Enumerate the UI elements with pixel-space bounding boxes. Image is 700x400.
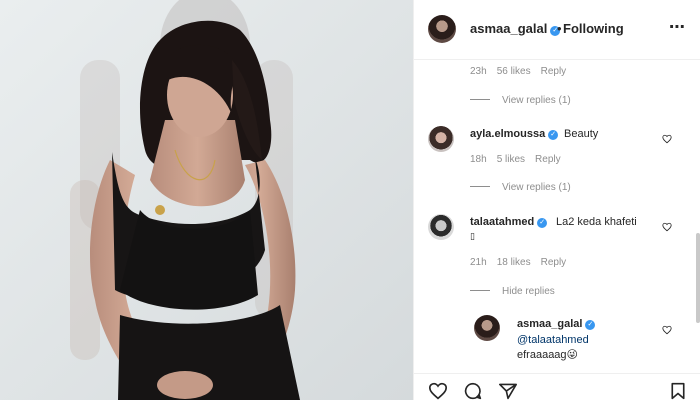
share-icon[interactable] — [498, 382, 518, 400]
view-replies-toggle[interactable]: View replies (1) — [470, 182, 571, 193]
verified-badge-icon: ✓ — [537, 218, 548, 228]
replies-divider — [470, 99, 490, 100]
comment-meta: 23h 56 likes Reply — [470, 66, 576, 77]
comment-likes[interactable]: 18 likes — [497, 257, 531, 268]
comment-meta: 18h 5 likes Reply — [470, 154, 571, 165]
reply-link[interactable]: Reply — [541, 66, 567, 77]
post-side-panel: asmaa_galal ✓ • Following ⋯ 23h 56 likes Re… — [413, 0, 700, 400]
comment-username[interactable]: ayla.elmoussa — [470, 128, 545, 140]
post-author[interactable]: asmaa_galal ✓ — [470, 21, 561, 36]
avatar[interactable] — [428, 126, 454, 152]
verified-badge-icon: ✓ — [585, 320, 596, 330]
replies-divider — [470, 290, 490, 291]
scrollbar-thumb[interactable] — [696, 233, 700, 323]
comment-meta: 21h 18 likes Reply — [470, 257, 576, 268]
comments-list: 23h 56 likes Reply View replies (1) ayla.e… — [414, 61, 700, 373]
comment-time: 21h — [470, 257, 487, 268]
hide-replies-toggle[interactable]: Hide replies — [470, 286, 555, 297]
comment-author[interactable]: ayla.elmoussa ✓ — [470, 128, 559, 140]
heart-icon[interactable] — [662, 325, 672, 335]
comment-text: La2 keda khafeti — [556, 216, 637, 228]
comment-time: 18h — [470, 154, 487, 165]
comment-text-emoji: ▯ — [470, 231, 475, 241]
heart-icon[interactable] — [662, 222, 672, 232]
view-replies-toggle[interactable]: View replies (1) — [470, 95, 571, 106]
comment-likes[interactable]: 5 likes — [497, 154, 525, 165]
reply-text: efraaaaag😜 — [517, 349, 579, 361]
reply-author[interactable]: asmaa_galal ✓ — [517, 318, 596, 330]
separator-dot: • — [557, 21, 562, 36]
avatar[interactable] — [474, 315, 500, 341]
heart-icon[interactable] — [662, 134, 672, 144]
comment-likes[interactable]: 56 likes — [497, 66, 531, 77]
hide-replies-label[interactable]: Hide replies — [502, 286, 555, 297]
heart-icon[interactable] — [428, 382, 448, 400]
comment-text: Beauty — [564, 128, 599, 140]
post-header: asmaa_galal ✓ • Following ⋯ — [414, 0, 700, 60]
view-replies-label[interactable]: View replies (1) — [502, 182, 571, 193]
avatar[interactable] — [428, 214, 454, 240]
comment-author[interactable]: talaatahmed ✓ — [470, 216, 548, 228]
comment-icon[interactable] — [463, 382, 483, 400]
view-replies-label[interactable]: View replies (1) — [502, 95, 571, 106]
comments-scrollbar[interactable] — [696, 61, 700, 373]
more-horizontal-icon[interactable]: ⋯ — [669, 17, 686, 37]
verified-badge-icon: ✓ — [548, 130, 559, 140]
username-text[interactable]: asmaa_galal — [470, 21, 547, 36]
follow-status-button[interactable]: Following — [563, 21, 624, 36]
reply-username[interactable]: asmaa_galal — [517, 318, 582, 330]
post-photo[interactable] — [0, 0, 413, 400]
comment-time: 23h — [470, 66, 487, 77]
bookmark-icon[interactable] — [670, 382, 686, 400]
mention-link[interactable]: @talaatahmed — [517, 334, 589, 346]
portrait-illustration — [0, 0, 413, 400]
replies-divider — [470, 186, 490, 187]
reply-link[interactable]: Reply — [541, 257, 567, 268]
comment-username[interactable]: talaatahmed — [470, 216, 534, 228]
reply-link[interactable]: Reply — [535, 154, 561, 165]
avatar[interactable] — [428, 15, 456, 43]
action-bar — [414, 373, 700, 400]
